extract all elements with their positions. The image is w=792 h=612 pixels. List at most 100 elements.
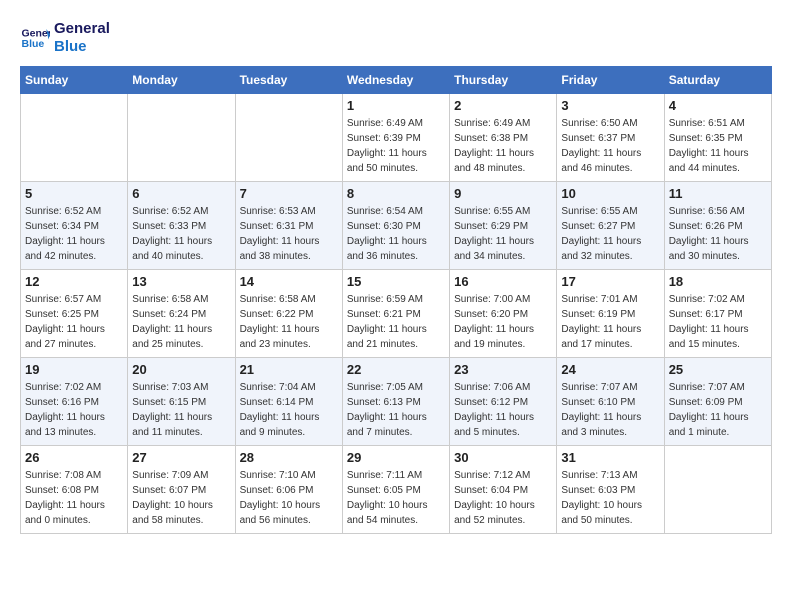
day-info: Sunrise: 7:01 AMSunset: 6:19 PMDaylight:… (561, 292, 659, 352)
calendar-cell: 28 Sunrise: 7:10 AMSunset: 6:06 PMDayligh… (235, 446, 342, 534)
logo-blue: Blue (54, 38, 110, 56)
calendar-cell (21, 94, 128, 182)
day-number: 11 (669, 186, 767, 201)
logo: General Blue General Blue (20, 20, 110, 56)
calendar-cell: 5 Sunrise: 6:52 AMSunset: 6:34 PMDaylight… (21, 182, 128, 270)
day-number: 6 (132, 186, 230, 201)
day-info: Sunrise: 6:49 AMSunset: 6:38 PMDaylight:… (454, 116, 552, 176)
day-info: Sunrise: 6:50 AMSunset: 6:37 PMDaylight:… (561, 116, 659, 176)
day-number: 9 (454, 186, 552, 201)
day-number: 8 (347, 186, 445, 201)
day-number: 24 (561, 362, 659, 377)
day-info: Sunrise: 6:51 AMSunset: 6:35 PMDaylight:… (669, 116, 767, 176)
calendar-cell: 31 Sunrise: 7:13 AMSunset: 6:03 PMDayligh… (557, 446, 664, 534)
calendar-cell: 7Sunrise: 6:53 AMSunset: 6:31 PMDaylight… (235, 182, 342, 270)
day-number: 15 (347, 274, 445, 289)
day-number: 10 (561, 186, 659, 201)
calendar-header: SundayMondayTuesdayWednesdayThursdayFrid… (21, 67, 772, 94)
day-number: 3 (561, 98, 659, 113)
day-info: Sunrise: 6:53 AMSunset: 6:31 PMDaylight:… (240, 204, 338, 264)
calendar-cell (128, 94, 235, 182)
calendar-body: 1 Sunrise: 6:49 AMSunset: 6:39 PMDaylight… (21, 94, 772, 534)
day-info: Sunrise: 6:57 AMSunset: 6:25 PMDaylight:… (25, 292, 123, 352)
day-number: 20 (132, 362, 230, 377)
day-number: 14 (240, 274, 338, 289)
day-number: 5 (25, 186, 123, 201)
calendar-cell: 24 Sunrise: 7:07 AMSunset: 6:10 PMDayligh… (557, 358, 664, 446)
calendar-week-4: 19Sunrise: 7:02 AMSunset: 6:16 PMDayligh… (21, 358, 772, 446)
day-info: Sunrise: 7:02 AMSunset: 6:17 PMDaylight:… (669, 292, 767, 352)
page-header: General Blue General Blue (20, 20, 772, 56)
day-number: 22 (347, 362, 445, 377)
calendar-week-5: 26Sunrise: 7:08 AMSunset: 6:08 PMDayligh… (21, 446, 772, 534)
day-info: Sunrise: 7:03 AMSunset: 6:15 PMDaylight:… (132, 380, 230, 440)
weekday-header-sunday: Sunday (21, 67, 128, 94)
day-info: Sunrise: 6:56 AMSunset: 6:26 PMDaylight:… (669, 204, 767, 264)
day-info: Sunrise: 7:11 AMSunset: 6:05 PMDaylight:… (347, 468, 445, 528)
day-number: 16 (454, 274, 552, 289)
weekday-header-tuesday: Tuesday (235, 67, 342, 94)
calendar-cell: 4 Sunrise: 6:51 AMSunset: 6:35 PMDaylight… (664, 94, 771, 182)
day-number: 28 (240, 450, 338, 465)
day-number: 4 (669, 98, 767, 113)
day-info: Sunrise: 7:09 AMSunset: 6:07 PMDaylight:… (132, 468, 230, 528)
day-info: Sunrise: 7:07 AMSunset: 6:10 PMDaylight:… (561, 380, 659, 440)
day-number: 21 (240, 362, 338, 377)
calendar-table: SundayMondayTuesdayWednesdayThursdayFrid… (20, 66, 772, 534)
day-number: 31 (561, 450, 659, 465)
day-info: Sunrise: 6:55 AMSunset: 6:29 PMDaylight:… (454, 204, 552, 264)
day-info: Sunrise: 7:12 AMSunset: 6:04 PMDaylight:… (454, 468, 552, 528)
day-info: Sunrise: 7:00 AMSunset: 6:20 PMDaylight:… (454, 292, 552, 352)
day-number: 13 (132, 274, 230, 289)
day-info: Sunrise: 6:55 AMSunset: 6:27 PMDaylight:… (561, 204, 659, 264)
calendar-cell: 26Sunrise: 7:08 AMSunset: 6:08 PMDayligh… (21, 446, 128, 534)
day-number: 27 (132, 450, 230, 465)
day-number: 1 (347, 98, 445, 113)
day-info: Sunrise: 7:04 AMSunset: 6:14 PMDaylight:… (240, 380, 338, 440)
logo-icon: General Blue (20, 23, 50, 53)
day-number: 25 (669, 362, 767, 377)
day-info: Sunrise: 7:13 AMSunset: 6:03 PMDaylight:… (561, 468, 659, 528)
calendar-cell: 23 Sunrise: 7:06 AMSunset: 6:12 PMDayligh… (450, 358, 557, 446)
day-info: Sunrise: 7:08 AMSunset: 6:08 PMDaylight:… (25, 468, 123, 528)
calendar-cell: 11 Sunrise: 6:56 AMSunset: 6:26 PMDayligh… (664, 182, 771, 270)
day-info: Sunrise: 6:58 AMSunset: 6:24 PMDaylight:… (132, 292, 230, 352)
calendar-cell: 15 Sunrise: 6:59 AMSunset: 6:21 PMDayligh… (342, 270, 449, 358)
weekday-row: SundayMondayTuesdayWednesdayThursdayFrid… (21, 67, 772, 94)
calendar-cell: 3 Sunrise: 6:50 AMSunset: 6:37 PMDaylight… (557, 94, 664, 182)
calendar-cell: 13 Sunrise: 6:58 AMSunset: 6:24 PMDayligh… (128, 270, 235, 358)
weekday-header-friday: Friday (557, 67, 664, 94)
day-number: 2 (454, 98, 552, 113)
day-info: Sunrise: 6:54 AMSunset: 6:30 PMDaylight:… (347, 204, 445, 264)
calendar-cell: 8 Sunrise: 6:54 AMSunset: 6:30 PMDaylight… (342, 182, 449, 270)
day-info: Sunrise: 7:07 AMSunset: 6:09 PMDaylight:… (669, 380, 767, 440)
calendar-cell: 2 Sunrise: 6:49 AMSunset: 6:38 PMDaylight… (450, 94, 557, 182)
calendar-cell: 27 Sunrise: 7:09 AMSunset: 6:07 PMDayligh… (128, 446, 235, 534)
calendar-cell: 30 Sunrise: 7:12 AMSunset: 6:04 PMDayligh… (450, 446, 557, 534)
calendar-cell (664, 446, 771, 534)
calendar-cell (235, 94, 342, 182)
day-number: 23 (454, 362, 552, 377)
day-info: Sunrise: 6:52 AMSunset: 6:34 PMDaylight:… (25, 204, 123, 264)
calendar-cell: 21 Sunrise: 7:04 AMSunset: 6:14 PMDayligh… (235, 358, 342, 446)
day-info: Sunrise: 7:06 AMSunset: 6:12 PMDaylight:… (454, 380, 552, 440)
calendar-cell: 17Sunrise: 7:01 AMSunset: 6:19 PMDayligh… (557, 270, 664, 358)
weekday-header-wednesday: Wednesday (342, 67, 449, 94)
calendar-cell: 18Sunrise: 7:02 AMSunset: 6:17 PMDayligh… (664, 270, 771, 358)
day-info: Sunrise: 7:05 AMSunset: 6:13 PMDaylight:… (347, 380, 445, 440)
day-info: Sunrise: 6:49 AMSunset: 6:39 PMDaylight:… (347, 116, 445, 176)
calendar-week-3: 12Sunrise: 6:57 AMSunset: 6:25 PMDayligh… (21, 270, 772, 358)
calendar-cell: 25 Sunrise: 7:07 AMSunset: 6:09 PMDayligh… (664, 358, 771, 446)
calendar-cell: 12Sunrise: 6:57 AMSunset: 6:25 PMDayligh… (21, 270, 128, 358)
day-number: 30 (454, 450, 552, 465)
calendar-cell: 29 Sunrise: 7:11 AMSunset: 6:05 PMDayligh… (342, 446, 449, 534)
day-info: Sunrise: 7:02 AMSunset: 6:16 PMDaylight:… (25, 380, 123, 440)
day-info: Sunrise: 7:10 AMSunset: 6:06 PMDaylight:… (240, 468, 338, 528)
day-info: Sunrise: 6:59 AMSunset: 6:21 PMDaylight:… (347, 292, 445, 352)
calendar-cell: 16 Sunrise: 7:00 AMSunset: 6:20 PMDayligh… (450, 270, 557, 358)
calendar-cell: 6Sunrise: 6:52 AMSunset: 6:33 PMDaylight… (128, 182, 235, 270)
day-number: 29 (347, 450, 445, 465)
calendar-cell: 9 Sunrise: 6:55 AMSunset: 6:29 PMDaylight… (450, 182, 557, 270)
logo-general: General (54, 20, 110, 38)
weekday-header-saturday: Saturday (664, 67, 771, 94)
